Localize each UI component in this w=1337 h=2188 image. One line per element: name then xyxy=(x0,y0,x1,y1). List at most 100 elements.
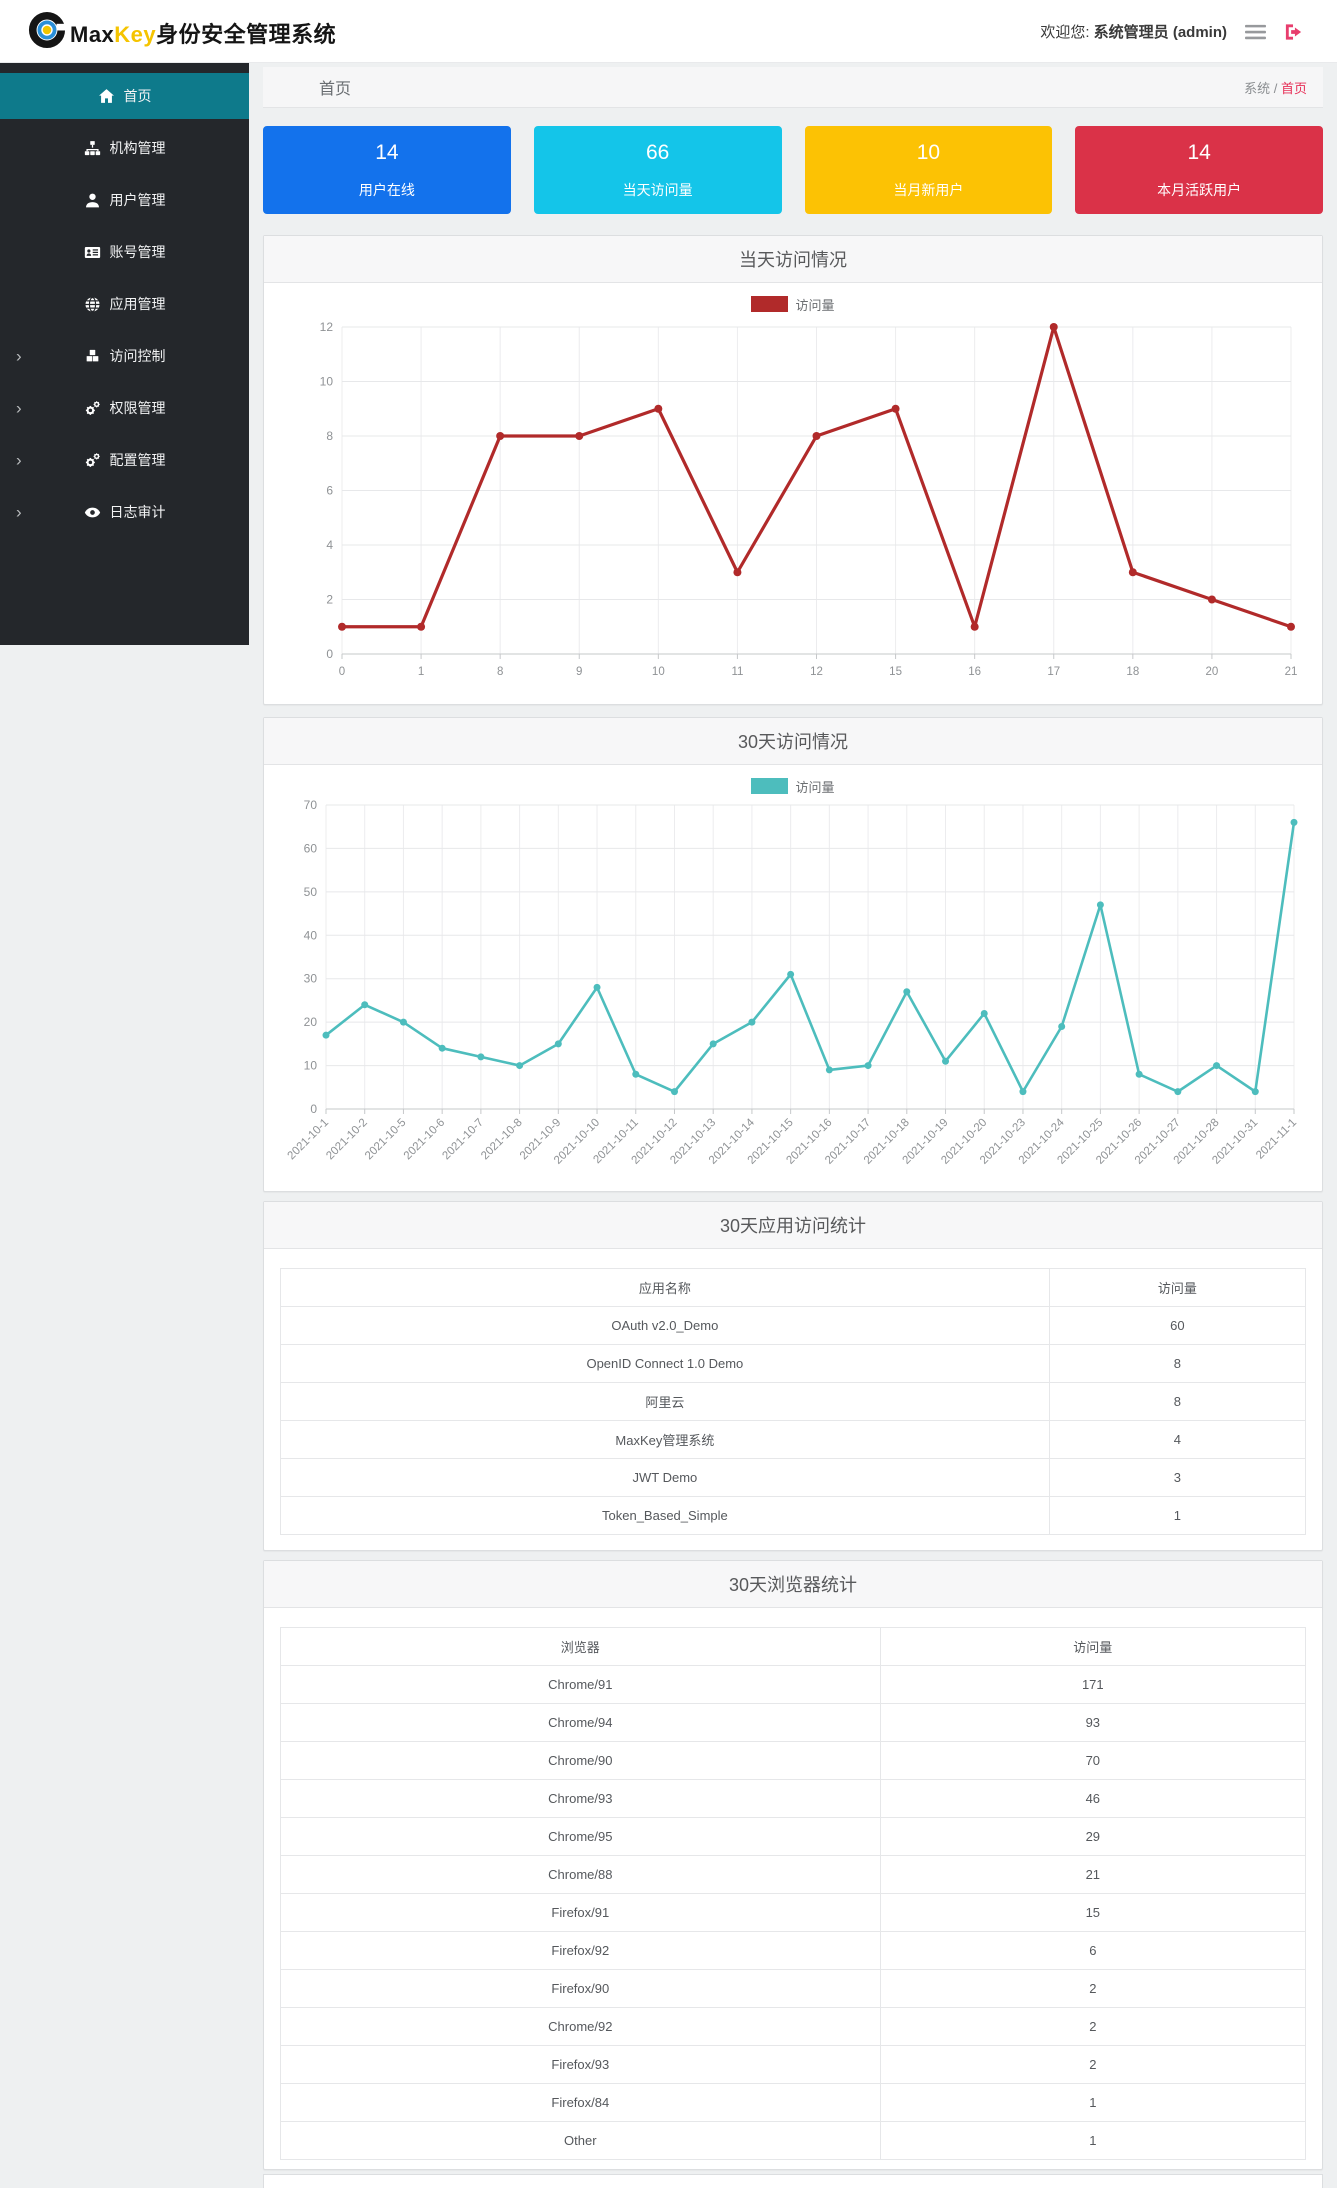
home-icon xyxy=(98,88,115,105)
user-icon xyxy=(84,192,101,209)
svg-text:9: 9 xyxy=(576,666,582,678)
svg-text:0: 0 xyxy=(310,1102,317,1116)
chevron-right-icon: › xyxy=(16,450,22,470)
svg-text:8: 8 xyxy=(497,666,503,678)
breadcrumb: 系统 / 首页 xyxy=(1244,80,1307,96)
chevron-right-icon: › xyxy=(16,346,22,366)
stat-card-2: 10 当月新用户 xyxy=(804,126,1053,214)
svg-text:2021-10-5: 2021-10-5 xyxy=(363,1117,409,1163)
table-cell: OAuth v2.0_Demo xyxy=(280,1306,1050,1345)
table-row: Firefox/91 15 xyxy=(280,1893,1307,1932)
table-cell: 46 xyxy=(879,1779,1307,1818)
table-cell: Firefox/84 xyxy=(280,2083,881,2122)
breadcrumb-current[interactable]: 首页 xyxy=(1281,81,1307,96)
table-row: Chrome/93 46 xyxy=(280,1779,1307,1818)
table-cell: Firefox/92 xyxy=(280,1931,881,1970)
table-row: Chrome/94 93 xyxy=(280,1703,1307,1742)
chevron-right-icon: › xyxy=(16,398,22,418)
app-visits-table: 应用名称 访问量 OAuth v2.0_Demo 60 OpenID Connect 1… xyxy=(280,1268,1307,1535)
thirty-day-visits-panel: 30天访问情况 访问量 0 10 20 30 40 50 60 70 2021-10-1 2021… xyxy=(263,717,1323,1192)
sidebar-item-label: 应用管理 xyxy=(109,296,166,312)
sidebar-item-3[interactable]: › 账号管理 xyxy=(0,229,249,275)
sidebar-item-5[interactable]: › 访问控制 xyxy=(0,333,249,379)
table-cell: OpenID Connect 1.0 Demo xyxy=(280,1344,1050,1383)
svg-text:12: 12 xyxy=(320,320,334,334)
table-cell: Chrome/95 xyxy=(280,1817,881,1856)
panel-title-30day-visits: 30天访问情况 xyxy=(737,732,849,752)
svg-text:0: 0 xyxy=(339,666,345,678)
svg-text:1: 1 xyxy=(418,666,424,678)
stat-card-label: 本月活跃用户 xyxy=(1157,182,1242,198)
column-header: 应用名称 xyxy=(280,1268,1050,1307)
logout-icon[interactable] xyxy=(1284,23,1303,41)
table-row: JWT Demo 3 xyxy=(280,1458,1307,1497)
table-row: Chrome/90 70 xyxy=(280,1741,1307,1780)
today-visits-line-chart: 0246810120 1 8 9 10 11 12 15 16 17 18 20 21 xyxy=(320,320,1298,678)
table-cell: Firefox/90 xyxy=(280,1969,881,2008)
column-header: 访问量 xyxy=(1048,1268,1307,1307)
column-header: 浏览器 xyxy=(280,1627,881,1666)
table-cell: Other xyxy=(280,2121,881,2160)
svg-text:2021-10-2: 2021-10-2 xyxy=(324,1117,370,1163)
table-cell: 15 xyxy=(879,1893,1307,1932)
svg-text:12: 12 xyxy=(810,666,823,678)
table-cell: Firefox/91 xyxy=(280,1893,881,1932)
sidebar-item-1[interactable]: › 机构管理 xyxy=(0,125,249,171)
table-cell: JWT Demo xyxy=(280,1458,1050,1497)
svg-text:8: 8 xyxy=(326,429,333,443)
sidebar-item-7[interactable]: › 配置管理 xyxy=(0,437,249,483)
table-row: Chrome/95 29 xyxy=(280,1817,1307,1856)
sidebar-item-2[interactable]: › 用户管理 xyxy=(0,177,249,223)
table-row: Firefox/92 6 xyxy=(280,1931,1307,1970)
thirty-day-visits-line-chart: 0102030405060702021-10-12021-10-22021-10… xyxy=(286,799,1300,1167)
svg-text:0: 0 xyxy=(326,647,333,661)
chart-legend[interactable]: 访问量 xyxy=(264,773,1322,799)
table-row: Other 1 xyxy=(280,2121,1307,2160)
chart-legend[interactable]: 访问量 xyxy=(264,291,1322,317)
table-header-row: 应用名称 访问量 xyxy=(280,1268,1307,1307)
sidebar-item-8[interactable]: › 日志审计 xyxy=(0,489,249,535)
maxkey-logo-icon xyxy=(28,11,66,54)
panel-title-app-stats: 30天应用访问统计 xyxy=(719,1216,867,1236)
svg-text:20: 20 xyxy=(304,1015,318,1029)
stat-card-1: 66 当天访问量 xyxy=(533,126,782,214)
sidebar-item-4[interactable]: › 应用管理 xyxy=(0,281,249,327)
stat-card-value: 66 xyxy=(645,141,670,164)
today-visits-panel: 当天访问情况 访问量 0 2 4 6 8 10 12 0 1 8 9 10 11 12 15 16 17 18 20… xyxy=(263,235,1323,705)
sidebar-item-home[interactable]: › 首页 xyxy=(0,73,249,119)
stat-card-value: 14 xyxy=(1187,141,1211,164)
top-header: MaxKey身份安全管理系统 欢迎您: 系统管理员 (admin) xyxy=(0,0,1337,63)
globe-icon xyxy=(84,296,101,313)
brand: MaxKey身份安全管理系统 xyxy=(28,11,336,54)
table-cell: 阿里云 xyxy=(280,1382,1050,1421)
menu-hamburger-icon[interactable] xyxy=(1245,24,1266,40)
table-row: Firefox/84 1 xyxy=(280,2083,1307,2122)
table-cell: Chrome/90 xyxy=(280,1741,881,1780)
cubes-icon xyxy=(84,348,101,365)
breadcrumb-bar: 首页 系统 / 首页 xyxy=(263,67,1323,108)
sidebar-item-label: 配置管理 xyxy=(109,452,166,468)
page-title: 首页 xyxy=(319,81,352,98)
table-cell: 8 xyxy=(1048,1344,1307,1383)
svg-text:2021-11-1: 2021-11-1 xyxy=(1254,1117,1299,1162)
table-row: Token_Based_Simple 1 xyxy=(280,1496,1307,1535)
table-cell: Chrome/92 xyxy=(280,2007,881,2046)
table-row: MaxKey管理系统 4 xyxy=(280,1420,1307,1459)
table-row: Chrome/88 21 xyxy=(280,1855,1307,1894)
svg-text:11: 11 xyxy=(731,666,743,678)
column-header: 访问量 xyxy=(879,1627,1307,1666)
table-cell: Chrome/91 xyxy=(280,1665,881,1704)
table-cell: 70 xyxy=(879,1741,1307,1780)
table-cell: 1 xyxy=(1048,1496,1307,1535)
table-cell: MaxKey管理系统 xyxy=(280,1420,1050,1459)
stat-card-label: 当天访问量 xyxy=(622,182,693,198)
svg-text:6: 6 xyxy=(326,484,333,498)
svg-text:40: 40 xyxy=(304,928,318,942)
breadcrumb-root[interactable]: 系统 xyxy=(1244,81,1270,96)
table-row: Firefox/90 2 xyxy=(280,1969,1307,2008)
table-cell: 4 xyxy=(1048,1420,1307,1459)
table-cell: Chrome/93 xyxy=(280,1779,881,1818)
id-card-icon xyxy=(84,244,101,261)
stat-card-0: 14 用户在线 xyxy=(263,126,511,214)
sidebar-item-6[interactable]: › 权限管理 xyxy=(0,385,249,431)
